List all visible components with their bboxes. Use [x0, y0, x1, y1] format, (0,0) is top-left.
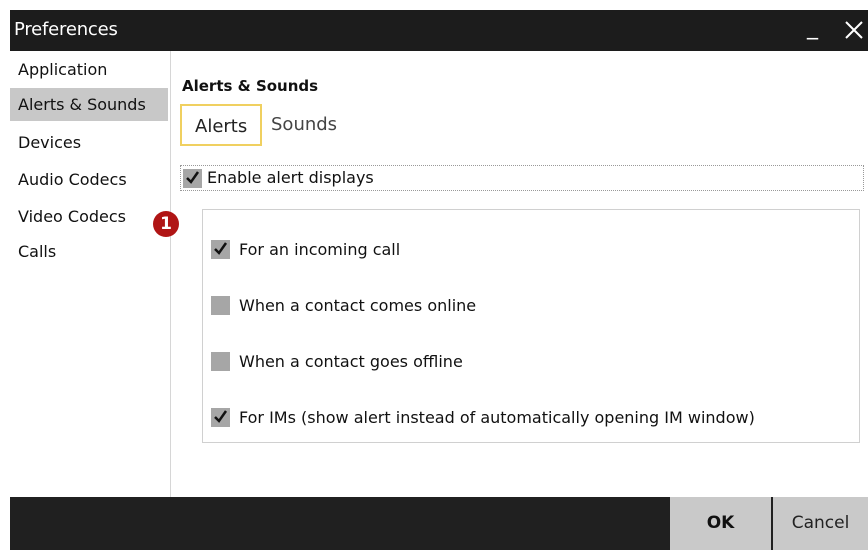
checkmark-icon	[214, 242, 228, 255]
contact-online-label: When a contact comes online	[239, 296, 477, 315]
sidebar: Application Alerts & Sounds Devices Audi…	[10, 51, 171, 497]
sidebar-item-alerts-sounds[interactable]: Alerts & Sounds	[10, 88, 168, 121]
ok-button[interactable]: OK	[670, 497, 771, 550]
enable-alerts-label: Enable alert displays	[207, 168, 374, 187]
enable-alerts-row: Enable alert displays	[180, 165, 864, 191]
section-title: Alerts & Sounds	[182, 77, 319, 95]
minimize-button[interactable]: _	[807, 15, 818, 40]
checkmark-icon	[186, 171, 200, 184]
close-icon[interactable]	[842, 18, 866, 42]
tab-sounds[interactable]: Sounds	[271, 104, 337, 146]
sidebar-item-application[interactable]: Application	[10, 53, 168, 86]
contact-online-checkbox[interactable]	[211, 296, 230, 315]
tab-alerts[interactable]: Alerts	[180, 104, 263, 146]
enable-alerts-checkbox[interactable]	[183, 169, 202, 188]
contact-offline-checkbox[interactable]	[211, 352, 230, 371]
cancel-button[interactable]: Cancel	[773, 497, 868, 550]
alert-options-group: For an incoming call When a contact come…	[202, 209, 860, 443]
checkmark-icon	[214, 410, 228, 423]
ims-alert-checkbox[interactable]	[211, 408, 230, 427]
sidebar-item-calls[interactable]: Calls	[10, 235, 168, 268]
sidebar-item-video-codecs[interactable]: Video Codecs	[10, 200, 168, 233]
sidebar-item-audio-codecs[interactable]: Audio Codecs	[10, 163, 168, 196]
contact-offline-label: When a contact goes offline	[239, 352, 463, 371]
preferences-window: Preferences _ Application Alerts & Sound…	[10, 10, 868, 550]
callout-badge: 1	[153, 211, 179, 237]
incoming-call-label: For an incoming call	[239, 240, 401, 259]
window-title: Preferences	[14, 19, 118, 40]
incoming-call-checkbox[interactable]	[211, 240, 230, 259]
alerts-sounds-panel: Alerts & Sounds Alerts Sounds Enable ale…	[178, 51, 868, 497]
ims-alert-label: For IMs (show alert instead of automatic…	[239, 408, 755, 427]
title-bar[interactable]: Preferences _	[10, 10, 868, 51]
sidebar-item-devices[interactable]: Devices	[10, 126, 168, 159]
